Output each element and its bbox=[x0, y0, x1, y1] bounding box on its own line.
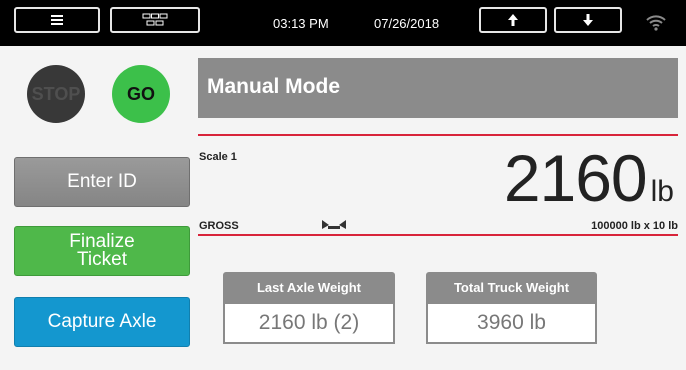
top-bar: 03:13 PM 07/26/2018 bbox=[0, 0, 686, 46]
stop-button[interactable]: STOP bbox=[27, 65, 85, 123]
last-axle-weight-header: Last Axle Weight bbox=[223, 272, 395, 302]
finalize-ticket-button[interactable]: Finalize Ticket bbox=[14, 226, 190, 276]
enter-id-button[interactable]: Enter ID bbox=[14, 157, 190, 207]
total-truck-weight-value-box: 3960 lb bbox=[426, 302, 597, 344]
finalize-line2: Ticket bbox=[77, 249, 127, 270]
enter-id-label: Enter ID bbox=[67, 171, 137, 192]
stop-label: STOP bbox=[31, 83, 81, 104]
grid-layout-icon bbox=[142, 13, 168, 26]
total-truck-weight-value: 3960 lb bbox=[477, 311, 546, 334]
clock-time: 03:13 PM bbox=[273, 16, 329, 31]
divider-bottom bbox=[198, 234, 678, 236]
up-button[interactable] bbox=[479, 7, 547, 33]
weight-value: 2160 bbox=[503, 141, 648, 215]
clock-date: 07/26/2018 bbox=[374, 16, 440, 31]
divider-top bbox=[198, 134, 678, 136]
arrow-up-icon bbox=[508, 14, 518, 26]
scale-capacity: 100000 lb x 10 lb bbox=[591, 220, 678, 232]
go-label: GO bbox=[126, 83, 155, 104]
gross-label: GROSS bbox=[199, 220, 239, 232]
last-axle-weight-value: 2160 lb (2) bbox=[258, 311, 360, 334]
layout-button[interactable] bbox=[110, 7, 200, 33]
mode-title: Manual Mode bbox=[207, 75, 341, 98]
down-button[interactable] bbox=[554, 7, 622, 33]
weight-display: 2160 lb bbox=[400, 140, 674, 216]
scale-label: Scale 1 bbox=[199, 151, 237, 163]
menu-button[interactable] bbox=[14, 7, 100, 33]
total-truck-weight-header: Total Truck Weight bbox=[426, 272, 597, 302]
hamburger-menu-icon bbox=[51, 15, 63, 25]
finalize-ticket-label: Finalize Ticket bbox=[69, 232, 134, 270]
last-axle-weight-title: Last Axle Weight bbox=[256, 279, 362, 295]
capture-axle-label: Capture Axle bbox=[47, 311, 157, 332]
wifi-icon bbox=[646, 15, 666, 31]
stable-scale-icon bbox=[322, 220, 346, 229]
mode-title-band: Manual Mode bbox=[198, 58, 678, 118]
last-axle-weight-value-box: 2160 lb (2) bbox=[223, 302, 395, 344]
go-button[interactable]: GO bbox=[112, 65, 170, 123]
arrow-down-icon bbox=[583, 14, 593, 26]
weight-unit: lb bbox=[650, 175, 674, 208]
total-truck-weight-title: Total Truck Weight bbox=[453, 279, 570, 295]
capture-axle-button[interactable]: Capture Axle bbox=[14, 297, 190, 347]
